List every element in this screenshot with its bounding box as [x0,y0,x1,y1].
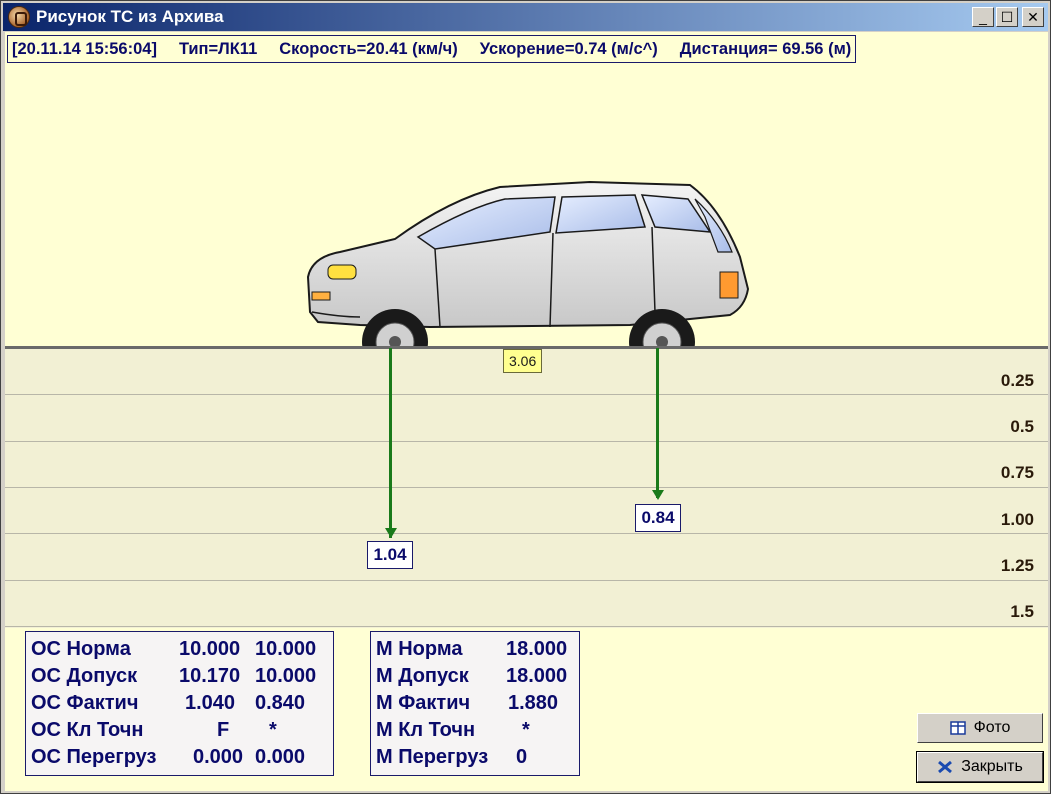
axle-load-table: ОС Норма 10.000 10.000 ОС Допуск 10.170 10.0… [25,631,334,776]
grid-line-050 [5,441,1048,442]
os-row-overload: ОС Перегруз 0.000 0.000 [31,746,306,768]
car-image [306,180,750,347]
x-close-icon [938,760,953,774]
os-row-tolerance: ОС Допуск 10.170 10.000 [31,665,317,687]
distance-text: Дистанция= 69.56 (м) [679,39,852,58]
grid-line-150 [5,626,1048,627]
front-axle-arrow-head [385,528,397,538]
close-window-button[interactable]: ✕ [1022,7,1044,27]
client-area: [20.11.14 15:56:04] Тип=ЛК11 Скорость=20… [5,32,1048,791]
scale-label-075: 0.75 [1000,463,1034,482]
grid-line-025 [5,394,1048,395]
scale-label-025: 0.25 [1000,371,1034,390]
scale-label-150: 1.5 [1010,602,1034,621]
load-scale-area [5,348,1048,628]
datetime-text: [20.11.14 15:56:04] [12,39,157,58]
info-bar: [20.11.14 15:56:04] Тип=ЛК11 Скорость=20… [7,35,857,63]
grid-line-075 [5,487,1048,488]
rear-axle-arrow [656,348,659,498]
total-mass-table: М Норма 18.000 М Допуск 18.000 М Фактич 1.8… [370,631,580,776]
grid-line-100 [5,533,1048,534]
m-row-accuracy: М Кл Точн * [376,719,530,741]
rear-axle-arrow-head [652,490,664,500]
window-title: Рисунок ТС из Архива [36,7,224,26]
front-axle-value: 1.04 [367,541,413,569]
vehicle-type-text: Тип=ЛК11 [178,39,258,58]
archive-window: Рисунок ТС из Архива _ ☐ ✕ [20.11.14 15:… [0,0,1051,794]
grid-photo-icon [949,721,966,735]
scale-label-100: 1.00 [1000,510,1034,529]
minimize-button[interactable]: _ [972,7,994,27]
speed-text: Скорость=20.41 (км/ч) [279,39,458,58]
m-row-overload: М Перегруз 0 [376,746,528,768]
front-axle-arrow [389,348,392,538]
axle-distance-label: 3.06 [503,349,543,373]
scale-label-125: 1.25 [1000,556,1034,575]
acceleration-text: Ускорение=0.74 (м/с^) [479,39,658,58]
title-bar[interactable]: Рисунок ТС из Архива _ ☐ ✕ [3,3,1048,31]
grid-line-125 [5,580,1048,581]
photo-button-label: Фото [973,719,1011,736]
close-button[interactable]: Закрыть [916,751,1044,783]
close-button-label: Закрыть [961,758,1023,775]
m-row-tolerance: М Допуск 18.000 [376,665,568,687]
m-row-norm: М Норма 18.000 [376,638,568,660]
rear-axle-value: 0.84 [635,504,681,532]
maximize-button[interactable]: ☐ [996,7,1018,27]
os-row-accuracy: ОС Кл Точн F * [31,719,277,741]
os-row-norm: ОС Норма 10.000 10.000 [31,638,317,660]
m-row-actual: М Фактич 1.880 [376,692,559,714]
app-logo-icon[interactable] [8,6,30,28]
os-row-actual: ОС Фактич 1.040 0.840 [31,692,306,714]
photo-button[interactable]: Фото [917,713,1043,743]
window-controls: _ ☐ ✕ [972,7,1044,27]
scale-label-050: 0.5 [1010,417,1034,436]
